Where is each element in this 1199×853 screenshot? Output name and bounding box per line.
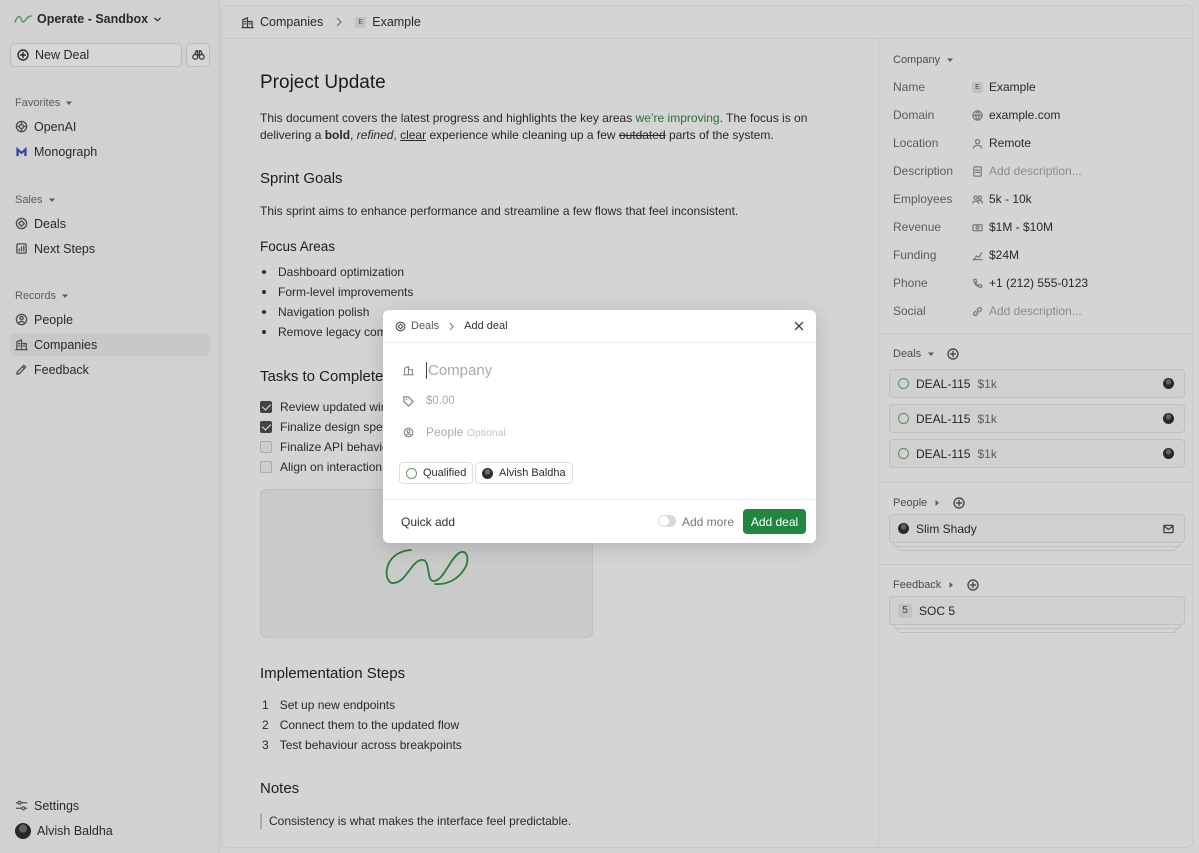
add-more-toggle[interactable] — [658, 515, 676, 527]
modal-crumb-current: Add deal — [464, 320, 508, 332]
owner-label: Alvish Baldha — [499, 467, 566, 479]
add-deal-button[interactable]: Add deal — [743, 509, 806, 534]
add-deal-modal: Deals Add deal Company $0.00 People Opti… — [383, 310, 816, 543]
close-icon[interactable] — [792, 319, 806, 333]
owner-chip[interactable]: Alvish Baldha — [475, 462, 573, 484]
amount-field[interactable]: $0.00 — [403, 395, 455, 407]
tag-icon — [403, 395, 414, 407]
modal-footer: Quick add Add more Add deal — [383, 499, 816, 543]
add-more-label: Add more — [682, 515, 735, 529]
stage-chip[interactable]: Qualified — [399, 462, 474, 484]
quick-add-link[interactable]: Quick add — [401, 515, 455, 529]
stage-label: Qualified — [423, 467, 467, 479]
avatar — [482, 467, 493, 479]
chevron-right-icon — [448, 322, 455, 331]
building-icon — [403, 365, 414, 376]
company-field[interactable]: Company — [403, 362, 492, 379]
company-input[interactable]: Company — [426, 362, 492, 379]
people-field[interactable]: People Optional — [403, 425, 506, 439]
person-circle-icon — [403, 427, 414, 438]
status-ring-icon — [406, 467, 417, 479]
modal-crumb-root[interactable]: Deals — [411, 320, 439, 332]
modal-breadcrumb: Deals Add deal — [383, 310, 816, 343]
people-placeholder: People — [426, 425, 464, 439]
people-hint: Optional — [466, 427, 506, 439]
people-input[interactable]: People Optional — [426, 425, 506, 439]
deals-icon — [395, 321, 406, 332]
amount-input[interactable]: $0.00 — [426, 395, 455, 407]
